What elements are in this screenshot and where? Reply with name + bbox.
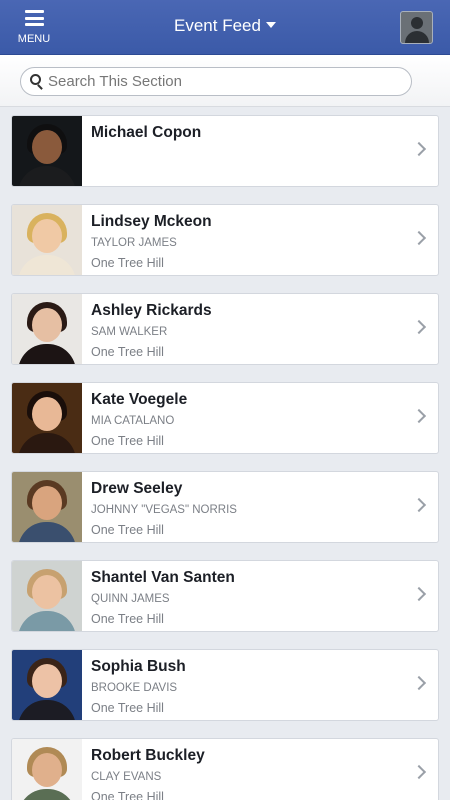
person-photo bbox=[12, 116, 82, 186]
avatar-body bbox=[405, 31, 429, 43]
person-name: Lindsey Mckeon bbox=[91, 213, 212, 230]
chevron-right-icon bbox=[411, 408, 427, 424]
show-name: One Tree Hill bbox=[91, 701, 164, 715]
list-item[interactable]: Sophia Bush BROOKE DAVIS One Tree Hill bbox=[11, 649, 439, 721]
show-name: One Tree Hill bbox=[91, 345, 164, 359]
person-photo bbox=[12, 205, 82, 275]
person-photo bbox=[12, 739, 82, 800]
character-name: JOHNNY "VEGAS" NORRIS bbox=[91, 504, 237, 516]
top-navigation-bar: MENU Event Feed bbox=[0, 0, 450, 55]
chevron-right-icon bbox=[411, 675, 427, 691]
show-name: One Tree Hill bbox=[91, 434, 164, 448]
chevron-right-icon bbox=[411, 230, 427, 246]
person-name: Shantel Van Santen bbox=[91, 569, 235, 586]
person-name: Robert Buckley bbox=[91, 747, 205, 764]
menu-label: MENU bbox=[17, 33, 51, 45]
search-icon bbox=[30, 74, 44, 90]
show-name: One Tree Hill bbox=[91, 790, 164, 800]
person-photo bbox=[12, 294, 82, 364]
person-name: Ashley Rickards bbox=[91, 302, 212, 319]
list-item[interactable]: Robert Buckley CLAY EVANS One Tree Hill bbox=[11, 738, 439, 800]
people-list: Michael Copon Lindsey Mckeon TAYLOR JAME… bbox=[0, 107, 450, 800]
search-bar-area bbox=[0, 55, 450, 107]
person-name: Drew Seeley bbox=[91, 480, 183, 497]
chevron-right-icon bbox=[411, 141, 427, 157]
caret-down-icon bbox=[265, 22, 276, 28]
list-item[interactable]: Michael Copon bbox=[11, 115, 439, 187]
chevron-right-icon bbox=[411, 319, 427, 335]
character-name: BROOKE DAVIS bbox=[91, 682, 178, 694]
chevron-right-icon bbox=[411, 497, 427, 513]
character-name: QUINN JAMES bbox=[91, 593, 170, 605]
show-name: One Tree Hill bbox=[91, 523, 164, 537]
event-feed-dropdown[interactable]: Event Feed bbox=[150, 16, 300, 42]
list-item[interactable]: Ashley Rickards SAM WALKER One Tree Hill bbox=[11, 293, 439, 365]
show-name: One Tree Hill bbox=[91, 256, 164, 270]
user-avatar-icon bbox=[411, 17, 423, 29]
list-item[interactable]: Shantel Van Santen QUINN JAMES One Tree … bbox=[11, 560, 439, 632]
page-title: Event Feed bbox=[174, 16, 261, 35]
profile-button[interactable] bbox=[400, 11, 433, 44]
person-name: Sophia Bush bbox=[91, 658, 186, 675]
character-name: MIA CATALANO bbox=[91, 415, 175, 427]
search-input[interactable] bbox=[48, 71, 403, 92]
show-name: One Tree Hill bbox=[91, 612, 164, 626]
character-name: SAM WALKER bbox=[91, 326, 168, 338]
person-photo bbox=[12, 383, 82, 453]
hamburger-icon bbox=[25, 10, 44, 26]
person-name: Kate Voegele bbox=[91, 391, 188, 408]
menu-button[interactable]: MENU bbox=[12, 8, 56, 48]
person-photo bbox=[12, 561, 82, 631]
chevron-right-icon bbox=[411, 764, 427, 780]
person-name: Michael Copon bbox=[91, 124, 202, 141]
search-box[interactable] bbox=[20, 67, 412, 96]
list-item[interactable]: Drew Seeley JOHNNY "VEGAS" NORRIS One Tr… bbox=[11, 471, 439, 543]
chevron-right-icon bbox=[411, 586, 427, 602]
person-photo bbox=[12, 472, 82, 542]
person-photo bbox=[12, 650, 82, 720]
character-name: TAYLOR JAMES bbox=[91, 237, 177, 249]
character-name: CLAY EVANS bbox=[91, 771, 162, 783]
list-item[interactable]: Kate Voegele MIA CATALANO One Tree Hill bbox=[11, 382, 439, 454]
list-item[interactable]: Lindsey Mckeon TAYLOR JAMES One Tree Hil… bbox=[11, 204, 439, 276]
